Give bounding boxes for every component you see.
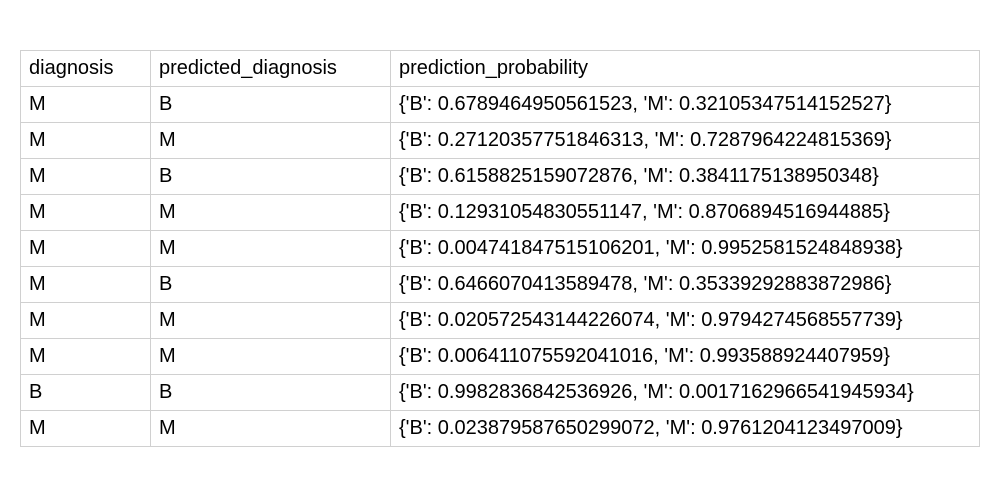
- cell-diagnosis: M: [21, 267, 151, 303]
- table-row: M M {'B': 0.27120357751846313, 'M': 0.72…: [21, 123, 980, 159]
- table-row: M B {'B': 0.6789464950561523, 'M': 0.321…: [21, 87, 980, 123]
- header-predicted-diagnosis: predicted_diagnosis: [151, 51, 391, 87]
- cell-prediction-probability: {'B': 0.006411075592041016, 'M': 0.99358…: [391, 339, 980, 375]
- cell-prediction-probability: {'B': 0.6789464950561523, 'M': 0.3210534…: [391, 87, 980, 123]
- cell-prediction-probability: {'B': 0.27120357751846313, 'M': 0.728796…: [391, 123, 980, 159]
- cell-prediction-probability: {'B': 0.6466070413589478, 'M': 0.3533929…: [391, 267, 980, 303]
- cell-prediction-probability: {'B': 0.6158825159072876, 'M': 0.3841175…: [391, 159, 980, 195]
- cell-diagnosis: M: [21, 231, 151, 267]
- cell-diagnosis: M: [21, 123, 151, 159]
- cell-diagnosis: B: [21, 375, 151, 411]
- cell-diagnosis: M: [21, 339, 151, 375]
- table-row: B B {'B': 0.9982836842536926, 'M': 0.001…: [21, 375, 980, 411]
- table-row: M M {'B': 0.006411075592041016, 'M': 0.9…: [21, 339, 980, 375]
- cell-predicted-diagnosis: M: [151, 195, 391, 231]
- cell-prediction-probability: {'B': 0.12931054830551147, 'M': 0.870689…: [391, 195, 980, 231]
- cell-diagnosis: M: [21, 303, 151, 339]
- cell-prediction-probability: {'B': 0.023879587650299072, 'M': 0.97612…: [391, 411, 980, 447]
- cell-predicted-diagnosis: B: [151, 159, 391, 195]
- cell-diagnosis: M: [21, 87, 151, 123]
- cell-predicted-diagnosis: B: [151, 375, 391, 411]
- cell-diagnosis: M: [21, 195, 151, 231]
- table-row: M B {'B': 0.6466070413589478, 'M': 0.353…: [21, 267, 980, 303]
- cell-diagnosis: M: [21, 159, 151, 195]
- cell-predicted-diagnosis: M: [151, 231, 391, 267]
- cell-predicted-diagnosis: M: [151, 303, 391, 339]
- cell-predicted-diagnosis: B: [151, 267, 391, 303]
- header-diagnosis: diagnosis: [21, 51, 151, 87]
- table-row: M M {'B': 0.023879587650299072, 'M': 0.9…: [21, 411, 980, 447]
- cell-predicted-diagnosis: M: [151, 411, 391, 447]
- header-prediction-probability: prediction_probability: [391, 51, 980, 87]
- table-row: M M {'B': 0.12931054830551147, 'M': 0.87…: [21, 195, 980, 231]
- cell-predicted-diagnosis: B: [151, 87, 391, 123]
- cell-predicted-diagnosis: M: [151, 339, 391, 375]
- cell-predicted-diagnosis: M: [151, 123, 391, 159]
- prediction-table: diagnosis predicted_diagnosis prediction…: [20, 50, 980, 447]
- cell-prediction-probability: {'B': 0.9982836842536926, 'M': 0.0017162…: [391, 375, 980, 411]
- table-row: M M {'B': 0.004741847515106201, 'M': 0.9…: [21, 231, 980, 267]
- table-row: M M {'B': 0.020572543144226074, 'M': 0.9…: [21, 303, 980, 339]
- cell-prediction-probability: {'B': 0.020572543144226074, 'M': 0.97942…: [391, 303, 980, 339]
- cell-prediction-probability: {'B': 0.004741847515106201, 'M': 0.99525…: [391, 231, 980, 267]
- cell-diagnosis: M: [21, 411, 151, 447]
- table-header-row: diagnosis predicted_diagnosis prediction…: [21, 51, 980, 87]
- table-row: M B {'B': 0.6158825159072876, 'M': 0.384…: [21, 159, 980, 195]
